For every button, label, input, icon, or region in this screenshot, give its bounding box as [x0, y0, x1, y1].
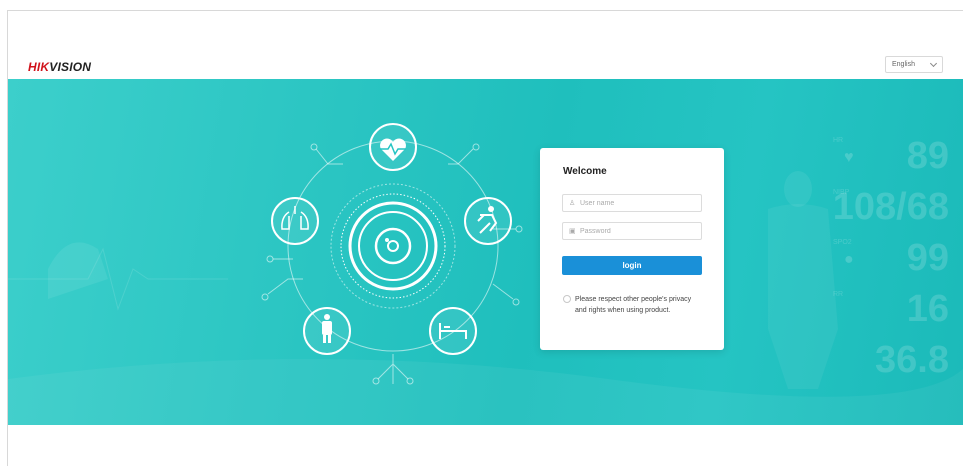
language-select[interactable]: English — [885, 56, 943, 73]
password-input[interactable] — [580, 227, 690, 235]
password-field[interactable]: ▣ — [562, 222, 702, 240]
username-input[interactable] — [580, 199, 690, 207]
lock-icon: ▣ — [569, 228, 576, 235]
medical-diagram — [261, 123, 523, 385]
hikvision-logo: HIKVISION — [28, 60, 92, 74]
lungs-icon — [271, 197, 319, 245]
fall-detection-icon — [464, 197, 512, 245]
language-select-value: English — [892, 61, 915, 68]
agreement-checkbox[interactable] — [563, 295, 571, 303]
privacy-agreement: Please respect other people's privacy an… — [563, 294, 699, 316]
chevron-down-icon — [929, 59, 938, 68]
username-field[interactable]: ♙ — [562, 194, 702, 212]
hero-banner: HR NIBP SPO2 RR ♥ ● 89 108/68 99 16 36.8 — [8, 79, 963, 425]
user-icon: ♙ — [569, 200, 576, 207]
login-card: Welcome ♙ ▣ login Please respect other p… — [540, 148, 724, 350]
agreement-text: Please respect other people's privacy an… — [575, 296, 692, 314]
camera-lens-icon — [340, 193, 446, 299]
login-title: Welcome — [563, 166, 607, 177]
login-button[interactable]: login — [562, 256, 702, 275]
